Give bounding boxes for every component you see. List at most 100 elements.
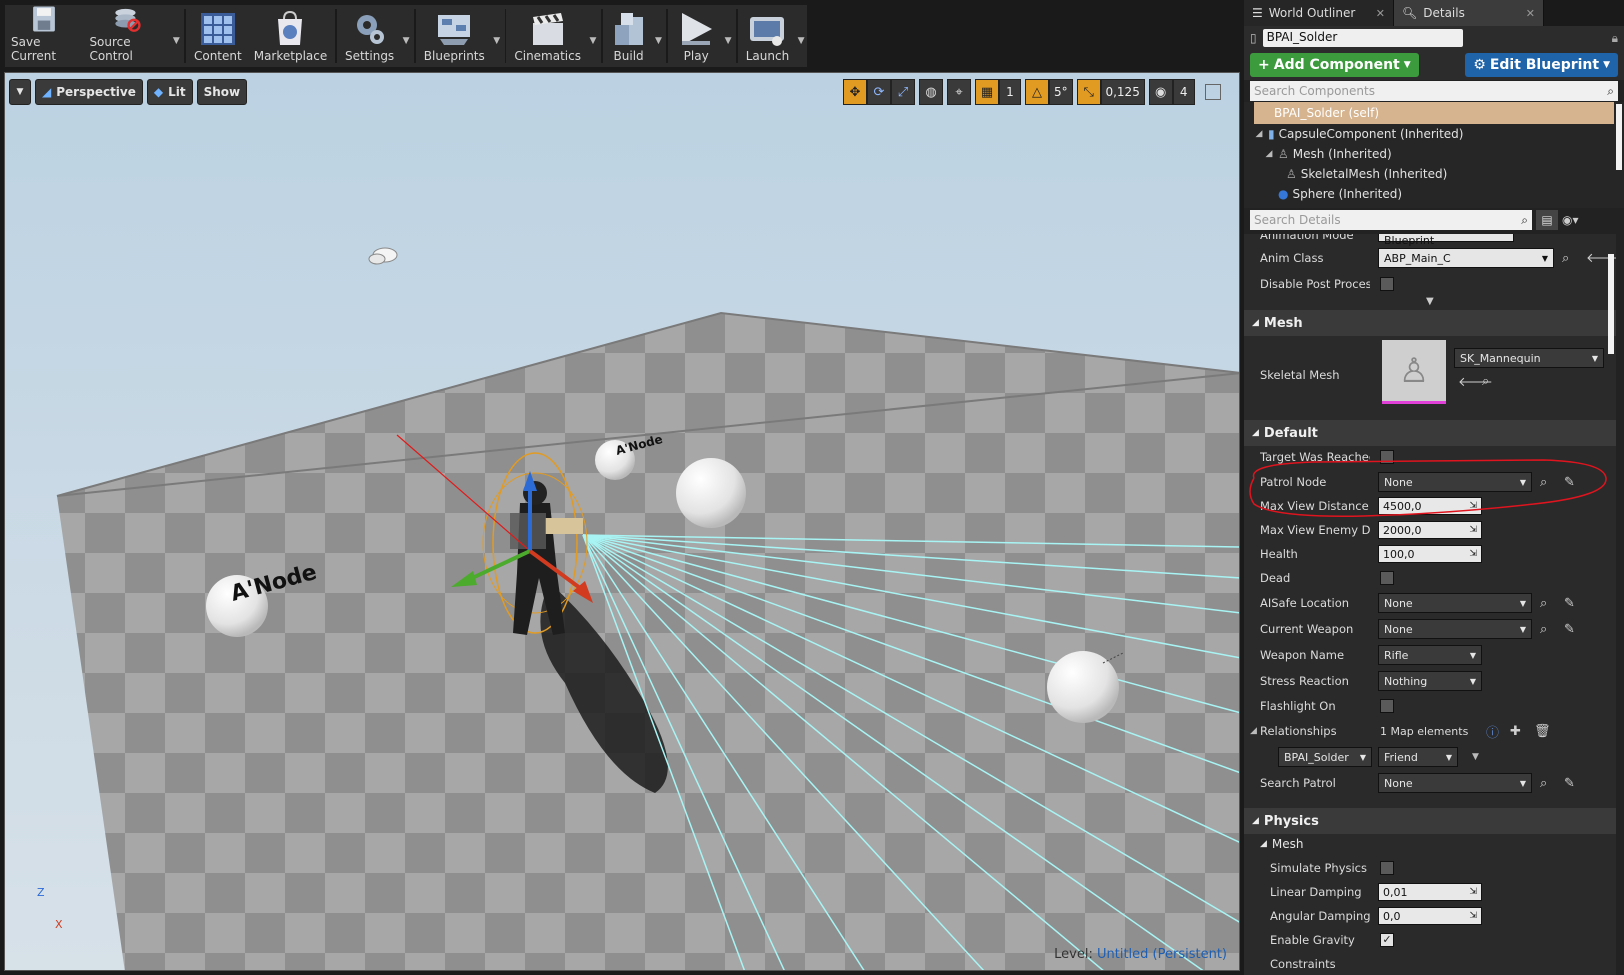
play-button[interactable]: Play xyxy=(670,5,722,67)
settings-button[interactable]: Settings xyxy=(339,5,400,67)
tab-world-outliner[interactable]: ☰ World Outliner ✕ xyxy=(1244,0,1394,26)
blueprints-dropdown[interactable]: ▼ xyxy=(491,5,503,67)
edit-blueprint-button[interactable]: ⚙ Edit Blueprint ▼ xyxy=(1465,53,1618,77)
play-dropdown[interactable]: ▼ xyxy=(722,5,734,67)
section-default[interactable]: ◢ Default xyxy=(1244,420,1616,446)
show-button[interactable]: Show xyxy=(196,79,248,105)
rotate-mode-button[interactable]: ⟳ xyxy=(867,79,891,105)
eyedropper-icon[interactable]: ✎ xyxy=(1564,596,1575,611)
simulate-physics-checkbox[interactable] xyxy=(1380,861,1394,875)
relationship-key-select[interactable]: BPAI_Solder ▼ xyxy=(1278,747,1372,767)
browse-icon[interactable]: ⌕ xyxy=(1540,475,1547,490)
lit-button[interactable]: ◆ Lit xyxy=(146,79,193,105)
eyedropper-icon[interactable]: ✎ xyxy=(1564,622,1575,637)
stress-reaction-select[interactable]: Nothing ▼ xyxy=(1378,671,1482,691)
section-physics[interactable]: ◢ Physics xyxy=(1244,808,1616,834)
level-viewport[interactable]: A'Node A'Node Z X ▼ ◢ Perspective ◆ Lit … xyxy=(4,72,1240,971)
trash-icon[interactable]: 🗑︎ xyxy=(1534,724,1551,739)
browse-icon[interactable]: ⌕ xyxy=(1540,622,1547,637)
animation-mode-select[interactable]: Use Animation Blueprint xyxy=(1378,234,1514,247)
expand-advanced-icon[interactable]: ▼ xyxy=(1426,296,1434,307)
expand-triangle-icon[interactable]: ◢ xyxy=(1254,129,1264,139)
health-input[interactable]: 100,0 ⇲ xyxy=(1378,545,1482,563)
source-control-dropdown[interactable]: ▼ xyxy=(170,5,182,67)
collapse-triangle-icon[interactable]: ◢ xyxy=(1250,726,1257,736)
component-skeletal-mesh[interactable]: ♙ SkeletalMesh (Inherited) xyxy=(1244,164,1624,184)
component-self[interactable]: BPAI_Solder (self) xyxy=(1254,102,1614,124)
search-components-input[interactable]: Search Components ⌕ xyxy=(1250,81,1618,101)
perspective-button[interactable]: ◢ Perspective xyxy=(35,79,143,105)
eyedropper-icon[interactable]: ✎ xyxy=(1564,475,1575,490)
scale-snap-value[interactable]: 0,125 xyxy=(1100,79,1145,105)
anim-class-select[interactable]: ABP_Main_C ▼ xyxy=(1378,248,1554,268)
camera-speed-value[interactable]: 4 xyxy=(1172,79,1195,105)
relationship-value-select[interactable]: Friend ▼ xyxy=(1378,747,1458,767)
property-matrix-icon[interactable]: ▤ xyxy=(1536,210,1558,230)
tab-details[interactable]: 🔍︎ Details ✕ xyxy=(1394,0,1544,26)
build-dropdown[interactable]: ▼ xyxy=(653,5,665,67)
current-weapon-select[interactable]: None ▼ xyxy=(1378,619,1532,639)
viewport-scene[interactable]: A'Node A'Node xyxy=(5,73,1240,971)
viewport-options-button[interactable]: ▼ xyxy=(9,79,31,105)
rotation-snap-value[interactable]: 5° xyxy=(1049,79,1073,105)
chevron-down-icon[interactable]: ▼ xyxy=(1472,752,1479,762)
weapon-name-select[interactable]: Rifle ▼ xyxy=(1378,645,1482,665)
physics-mesh-subheader[interactable]: ◢ Mesh xyxy=(1244,834,1616,854)
dead-checkbox[interactable] xyxy=(1380,571,1394,585)
enable-gravity-checkbox[interactable]: ✓ xyxy=(1380,933,1394,947)
skeletal-mesh-select[interactable]: SK_Mannequin ▼ xyxy=(1454,348,1604,368)
help-icon[interactable]: ⓘ xyxy=(1486,722,1499,741)
add-element-icon[interactable]: ✚ xyxy=(1510,724,1521,739)
launch-button[interactable]: Launch xyxy=(740,5,795,67)
component-sphere[interactable]: ● Sphere (Inherited) xyxy=(1244,184,1624,204)
angular-damping-input[interactable]: 0,0 ⇲ xyxy=(1378,907,1482,925)
translate-mode-button[interactable]: ✥ xyxy=(843,79,867,105)
world-local-button[interactable]: ◍ xyxy=(919,79,943,105)
close-icon[interactable]: ✕ xyxy=(1526,7,1535,20)
section-mesh[interactable]: ◢ Mesh xyxy=(1244,310,1616,336)
close-icon[interactable]: ✕ xyxy=(1376,7,1385,20)
browse-icon[interactable]: ⌕ xyxy=(1562,251,1569,266)
rotation-snap-button[interactable]: △ xyxy=(1025,79,1049,105)
lock-icon[interactable]: 🔒︎ xyxy=(1612,31,1618,46)
sphere-large[interactable] xyxy=(676,458,746,528)
build-button[interactable]: Build xyxy=(605,5,653,67)
cinematics-dropdown[interactable]: ▼ xyxy=(587,5,599,67)
expand-triangle-icon[interactable]: ◢ xyxy=(1264,149,1274,159)
browse-icon[interactable]: ⌕ xyxy=(1540,776,1547,791)
components-scrollbar[interactable] xyxy=(1616,104,1622,170)
disable-post-process-checkbox[interactable] xyxy=(1380,277,1394,291)
actor-name-field[interactable]: BPAI_Solder xyxy=(1262,29,1463,47)
linear-damping-input[interactable]: 0,01 ⇲ xyxy=(1378,883,1482,901)
sphere-right[interactable] xyxy=(1047,651,1119,723)
eye-icon[interactable]: ◉▾ xyxy=(1562,213,1579,227)
patrol-node-select[interactable]: None ▼ xyxy=(1378,472,1532,492)
max-view-distance-input[interactable]: 4500,0 ⇲ xyxy=(1378,497,1482,515)
details-scrollbar[interactable] xyxy=(1608,254,1614,354)
content-button[interactable]: Content xyxy=(188,5,248,67)
marketplace-button[interactable]: Marketplace xyxy=(248,5,334,67)
flashlight-on-checkbox[interactable] xyxy=(1380,699,1394,713)
source-control-button[interactable]: Source Control xyxy=(83,5,170,67)
add-component-button[interactable]: + Add Component ▼ xyxy=(1250,53,1419,77)
save-current-button[interactable]: Save Current xyxy=(5,5,83,67)
component-capsule[interactable]: ◢ ▮ CapsuleComponent (Inherited) xyxy=(1244,124,1624,144)
sky-light-icon[interactable] xyxy=(368,247,398,265)
grid-snap-button[interactable]: ▦ xyxy=(975,79,999,105)
component-mesh[interactable]: ◢ ♙ Mesh (Inherited) xyxy=(1244,144,1624,164)
launch-dropdown[interactable]: ▼ xyxy=(795,5,807,67)
scale-mode-button[interactable]: ⤢ xyxy=(891,79,915,105)
search-patrol-select[interactable]: None ▼ xyxy=(1378,773,1532,793)
blueprints-button[interactable]: Blueprints xyxy=(418,5,491,67)
eyedropper-icon[interactable]: ✎ xyxy=(1564,776,1575,791)
browse-icon[interactable]: ⌕ xyxy=(1540,596,1547,611)
search-details-input[interactable]: Search Details ⌕ xyxy=(1250,210,1532,230)
browse-icon[interactable]: ⌕ xyxy=(1482,374,1489,389)
maximize-viewport-button[interactable] xyxy=(1204,84,1221,100)
camera-speed-button[interactable]: ◉ xyxy=(1148,79,1173,105)
aisafe-location-select[interactable]: None ▼ xyxy=(1378,593,1532,613)
target-was-reached-checkbox[interactable] xyxy=(1380,450,1394,464)
cinematics-button[interactable]: Cinematics xyxy=(508,5,587,67)
scale-snap-button[interactable]: ⤡ xyxy=(1076,79,1101,105)
grid-snap-value[interactable]: 1 xyxy=(999,79,1021,105)
